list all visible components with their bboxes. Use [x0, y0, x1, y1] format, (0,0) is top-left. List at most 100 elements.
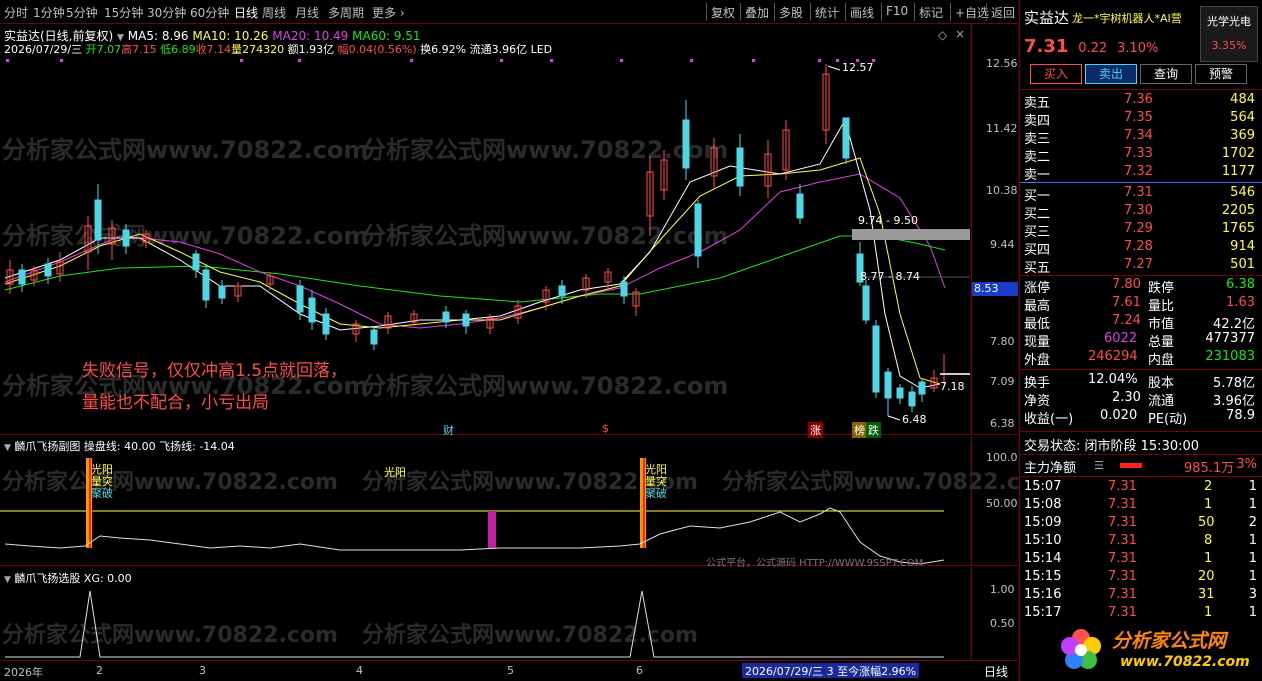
tick-volume: 1 — [1204, 497, 1213, 512]
period-day[interactable]: 日线 — [234, 4, 258, 21]
ask-row-5: 卖五 7.36 484 — [1024, 92, 1259, 111]
button-fuquan[interactable]: 复权 — [706, 3, 739, 21]
tick-count: 1 — [1248, 497, 1257, 512]
bid-price: 7.30 — [1124, 203, 1153, 218]
indicator-chart-2[interactable]: ▼ 麟爪飞扬选股 XG: 0.00 分析家公式网www.70822.com 分析… — [0, 567, 1018, 660]
button-tongji[interactable]: 统计 — [810, 3, 843, 21]
bid-row-1: 买一 7.31 546 — [1024, 185, 1259, 204]
buy-button[interactable]: 买入 — [1030, 64, 1082, 84]
period-week[interactable]: 周线 — [262, 4, 286, 21]
query-button[interactable]: 查询 — [1140, 64, 1192, 84]
stat-label: PE(动) — [1148, 412, 1188, 427]
price-tick: 6.38 — [990, 417, 1015, 430]
gap-label-1: 9.74 - 9.50 — [858, 214, 918, 227]
stat-label: 收益(一) — [1024, 412, 1074, 427]
tick-volume: 50 — [1198, 515, 1215, 530]
period-more[interactable]: 更多 › — [372, 4, 405, 21]
gap-band-1 — [852, 229, 970, 240]
bid-price: 7.29 — [1124, 221, 1153, 236]
main-kline-chart[interactable]: 实益达(日线,前复权) ▼ MA5: 8.96 MA10: 10.26 MA20… — [0, 24, 1018, 438]
period-15min[interactable]: 15分钟 — [104, 4, 143, 21]
stat-value: 78.9 — [1226, 408, 1255, 423]
sub1-tick: 50.00 — [986, 497, 1018, 510]
signal-label: 聚破 — [645, 487, 667, 500]
divider — [1020, 369, 1262, 370]
capital-bar — [1120, 463, 1142, 468]
sector-name: 光学光电 — [1207, 15, 1251, 28]
flower-logo-icon — [1061, 629, 1101, 669]
period-30min[interactable]: 30分钟 — [147, 4, 186, 21]
ask-volume: 564 — [1230, 110, 1255, 125]
indicator-chart-1[interactable]: ▼ 麟爪飞扬副图 操盘线: 40.00 飞扬线: -14.04 分析家公式网ww… — [0, 436, 1058, 569]
tick-price: 7.31 — [1108, 533, 1137, 548]
ask-label: 卖五 — [1024, 96, 1051, 111]
ask-label: 卖一 — [1024, 168, 1051, 183]
ask-volume: 1702 — [1221, 146, 1255, 161]
period-indicator[interactable]: 日线 — [984, 663, 1008, 680]
period-60min[interactable]: 60分钟 — [190, 4, 229, 21]
list-icon[interactable]: ☰ — [1094, 459, 1104, 472]
alert-button[interactable]: 预警 — [1195, 64, 1247, 84]
tick-volume: 8 — [1204, 533, 1213, 548]
more-label: 更多 — [372, 6, 397, 20]
bid-row-5: 买五 7.27 501 — [1024, 257, 1259, 276]
tick-count: 1 — [1248, 479, 1257, 494]
bid-volume: 546 — [1230, 185, 1255, 200]
bid-volume: 2205 — [1221, 203, 1255, 218]
tick-count: 3 — [1248, 587, 1257, 602]
stat-label: 市值 — [1148, 317, 1175, 332]
stat-value: 7.61 — [1112, 295, 1141, 310]
sell-button[interactable]: 卖出 — [1085, 64, 1137, 84]
ask-label: 卖四 — [1024, 114, 1051, 129]
button-biaoji[interactable]: 标记 — [914, 3, 947, 21]
stat-value: 1.63 — [1226, 295, 1255, 310]
high-marker: 12.57 — [842, 61, 874, 74]
bid-volume: 501 — [1230, 257, 1255, 272]
bid-row-4: 买四 7.28 914 — [1024, 239, 1259, 258]
sub1-tick: 100.0 — [986, 451, 1018, 464]
period-5min[interactable]: 5分钟 — [66, 4, 98, 21]
stat-label: 现量 — [1024, 335, 1051, 350]
badge-dollar[interactable]: $ — [602, 422, 609, 435]
button-diejia[interactable]: 叠加 — [740, 3, 773, 21]
stat-value: 0.020 — [1100, 408, 1138, 423]
period-fenshi[interactable]: 分时 — [4, 4, 28, 21]
stat-value: 2.30 — [1112, 390, 1141, 405]
stat-label: 净资 — [1024, 394, 1051, 409]
tick-volume: 2 — [1204, 479, 1213, 494]
ask-label: 卖三 — [1024, 132, 1051, 147]
stat-row: 最高 7.61 量比 1.63 — [1024, 295, 1259, 314]
button-huaxian[interactable]: 画线 — [845, 3, 878, 21]
tick-price: 7.31 — [1108, 497, 1137, 512]
tick-row: 15:10 7.31 8 1 — [1024, 533, 1259, 551]
tick-time: 15:09 — [1024, 515, 1062, 530]
quote-panel: 实益达 龙一*宇树机器人*AI营 光学光电 3.35% 7.31 0.22 3.… — [1019, 0, 1262, 681]
period-1min[interactable]: 1分钟 — [33, 4, 65, 21]
tick-row: 15:07 7.31 2 1 — [1024, 479, 1259, 497]
bid-row-2: 买二 7.30 2205 — [1024, 203, 1259, 222]
sector-box[interactable]: 光学光电 3.35% — [1200, 6, 1258, 62]
button-f10[interactable]: F10 — [881, 3, 912, 21]
capital-pct: 3% — [1236, 457, 1257, 472]
stat-label: 最高 — [1024, 299, 1051, 314]
stat-label: 最低 — [1024, 317, 1051, 332]
month-label: 6 — [636, 664, 643, 677]
price-tick: 12.56 — [986, 57, 1018, 70]
stat2-row: 净资 2.30 流通 3.96亿 — [1024, 390, 1259, 409]
stat-value: 3.96亿 — [1213, 394, 1255, 409]
button-back[interactable]: 返回 — [986, 3, 1019, 21]
sub2-tick: 0.50 — [990, 617, 1015, 630]
tick-time: 15:17 — [1024, 605, 1062, 620]
stat-value: 6.38 — [1226, 277, 1255, 292]
button-duogu[interactable]: 多股 — [774, 3, 807, 21]
stock-name: 实益达 — [1024, 9, 1070, 27]
divider — [1020, 182, 1262, 183]
tick-count: 1 — [1248, 605, 1257, 620]
period-multi[interactable]: 多周期 — [328, 4, 364, 21]
period-month[interactable]: 月线 — [295, 4, 319, 21]
bid-row-3: 买三 7.29 1765 — [1024, 221, 1259, 240]
stat-value: 6022 — [1104, 331, 1138, 346]
ask-row-1: 卖一 7.32 1177 — [1024, 164, 1259, 183]
signal-bar-mid — [488, 511, 496, 548]
stat-row: 现量 6022 总量 477377 — [1024, 331, 1259, 350]
